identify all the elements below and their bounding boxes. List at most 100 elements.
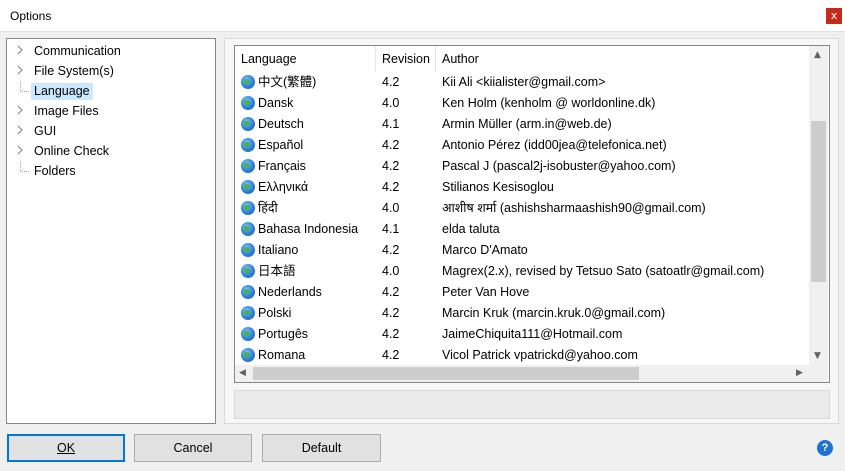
revision-cell: 4.2 [382, 285, 400, 299]
revision-cell: 4.2 [382, 159, 400, 173]
author-cell: elda taluta [442, 222, 500, 236]
language-row[interactable]: Italiano 4.2 Marco D'Amato [235, 240, 810, 261]
language-row[interactable]: Français 4.2 Pascal J (pascal2j-isobuster@… [235, 156, 810, 177]
author-cell: Marcin Kruk (marcin.kruk.0@gmail.com) [442, 306, 666, 320]
globe-icon [241, 285, 255, 299]
tree-item-online-check[interactable]: Online Check [7, 141, 212, 160]
tree-item-image-files[interactable]: Image Files [7, 101, 212, 120]
tree-item-label: Language [31, 83, 93, 100]
scroll-down-arrow-icon[interactable]: ▼ [814, 351, 821, 361]
author-cell: Kii Ali <kiialister@gmail.com> [442, 75, 606, 89]
language-row[interactable]: हिंदी 4.0 आशीष शर्मा (ashishsharmaashish90… [235, 198, 810, 219]
tree-connector-line [20, 161, 29, 172]
language-row[interactable]: Nederlands 4.2 Peter Van Hove [235, 282, 810, 303]
cancel-button-label: Cancel [173, 441, 213, 455]
expand-chevron-icon[interactable] [15, 105, 25, 115]
language-row[interactable]: 中文(繁體) 4.2 Kii Ali <kiialister@gmail.com> [235, 72, 810, 93]
language-cell: Ελληνικά [258, 180, 309, 194]
language-row[interactable]: Deutsch 4.1 Armin Müller (arm.in@web.de) [235, 114, 810, 135]
close-icon: x [830, 9, 838, 22]
language-row[interactable]: Polski 4.2 Marcin Kruk (marcin.kruk.0@gmai… [235, 303, 810, 324]
expand-chevron-icon[interactable] [15, 125, 25, 135]
language-list[interactable]: Language Revision Author 中文(繁體) 4.2 Kii Al… [234, 45, 830, 383]
language-cell: Nederlands [258, 285, 322, 299]
ok-button[interactable]: OK [7, 434, 125, 462]
author-cell: Stilianos Kesisoglou [442, 180, 554, 194]
tree-item-folders[interactable]: Folders [7, 161, 212, 180]
language-cell: Romana [258, 348, 306, 362]
tree-item-language[interactable]: Language [7, 81, 212, 100]
language-cell: Italiano [258, 243, 299, 257]
language-row[interactable]: Bahasa Indonesia 4.1 elda taluta [235, 219, 810, 240]
scroll-right-arrow-icon[interactable]: ▶ [796, 368, 803, 378]
expand-chevron-icon[interactable] [15, 45, 25, 55]
revision-cell: 4.2 [382, 138, 400, 152]
column-header-author[interactable]: Author [436, 46, 810, 72]
default-button-label: Default [301, 441, 342, 455]
tree-item-label: GUI [34, 124, 57, 138]
language-row[interactable]: Español 4.2 Antonio Pérez (idd00jea@telefo… [235, 135, 810, 156]
tree-item-gui[interactable]: GUI [7, 121, 212, 140]
author-cell: JaimeChiquita111@Hotmail.com [442, 327, 623, 341]
expand-chevron-icon[interactable] [15, 65, 25, 75]
author-cell: Marco D'Amato [442, 243, 528, 257]
language-cell: 日本語 [258, 264, 296, 278]
revision-cell: 4.1 [382, 117, 400, 131]
language-cell: Polski [258, 306, 292, 320]
scroll-left-arrow-icon[interactable]: ◀ [239, 368, 246, 378]
author-cell: Peter Van Hove [442, 285, 530, 299]
tree-item-label: Folders [34, 164, 76, 178]
tree-item-label: Image Files [34, 104, 99, 118]
tree-connector-line [20, 81, 29, 92]
language-row[interactable]: 日本語 4.0 Magrex(2.x), revised by Tetsuo Sat… [235, 261, 810, 282]
expand-chevron-icon[interactable] [15, 145, 25, 155]
author-cell: Ken Holm (kenholm @ worldonline.dk) [442, 96, 656, 110]
globe-icon [241, 222, 255, 236]
scroll-up-arrow-icon[interactable]: ▲ [814, 50, 821, 60]
language-row[interactable]: Ελληνικά 4.2 Stilianos Kesisoglou [235, 177, 810, 198]
options-category-tree[interactable]: Communication File System(s) Language Image… [6, 38, 216, 424]
language-row[interactable]: Portugês 4.2 JaimeChiquita111@Hotmail.com [235, 324, 810, 345]
author-cell: आशीष शर्मा (ashishsharmaashish90@gmail.c… [442, 201, 706, 215]
language-cell: Español [258, 138, 304, 152]
tree-item-file-system-s[interactable]: File System(s) [7, 61, 212, 80]
author-cell: Pascal J (pascal2j-isobuster@yahoo.com) [442, 159, 676, 173]
default-button[interactable]: Default [262, 434, 381, 462]
revision-cell: 4.0 [382, 264, 400, 278]
revision-cell: 4.2 [382, 180, 400, 194]
language-cell: हिंदी [258, 201, 278, 215]
info-box [234, 390, 830, 419]
revision-cell: 4.2 [382, 306, 400, 320]
author-cell: Armin Müller (arm.in@web.de) [442, 117, 612, 131]
globe-icon [241, 327, 255, 341]
scrollbar-corner [809, 365, 828, 382]
globe-icon [241, 306, 255, 320]
tree-item-label: Online Check [34, 144, 110, 158]
globe-icon [241, 159, 255, 173]
column-header-language[interactable]: Language [235, 46, 376, 72]
revision-cell: 4.0 [382, 96, 400, 110]
cancel-button[interactable]: Cancel [134, 434, 252, 462]
revision-cell: 4.2 [382, 348, 400, 362]
globe-icon [241, 96, 255, 110]
language-cell: Bahasa Indonesia [258, 222, 359, 236]
language-row[interactable]: Romana 4.2 Vicol Patrick vpatrickd@yahoo.c… [235, 345, 810, 366]
language-row[interactable]: Dansk 4.0 Ken Holm (kenholm @ worldonline.… [235, 93, 810, 114]
globe-icon [241, 264, 255, 278]
globe-icon [241, 348, 255, 362]
column-header-revision[interactable]: Revision [376, 46, 436, 72]
revision-cell: 4.1 [382, 222, 400, 236]
vertical-scroll-thumb[interactable] [811, 121, 826, 282]
globe-icon [241, 243, 255, 257]
globe-icon [241, 138, 255, 152]
language-cell: 中文(繁體) [258, 75, 317, 89]
tree-item-label: Communication [34, 44, 121, 58]
globe-icon [241, 117, 255, 131]
horizontal-scroll-thumb[interactable] [253, 367, 639, 380]
author-cell: Antonio Pérez (idd00jea@telefonica.net) [442, 138, 667, 152]
language-cell: Dansk [258, 96, 294, 110]
close-button[interactable]: x [826, 8, 842, 24]
ok-button-label: OK [56, 441, 76, 455]
tree-item-communication[interactable]: Communication [7, 41, 212, 60]
help-icon[interactable]: ? [817, 440, 833, 456]
